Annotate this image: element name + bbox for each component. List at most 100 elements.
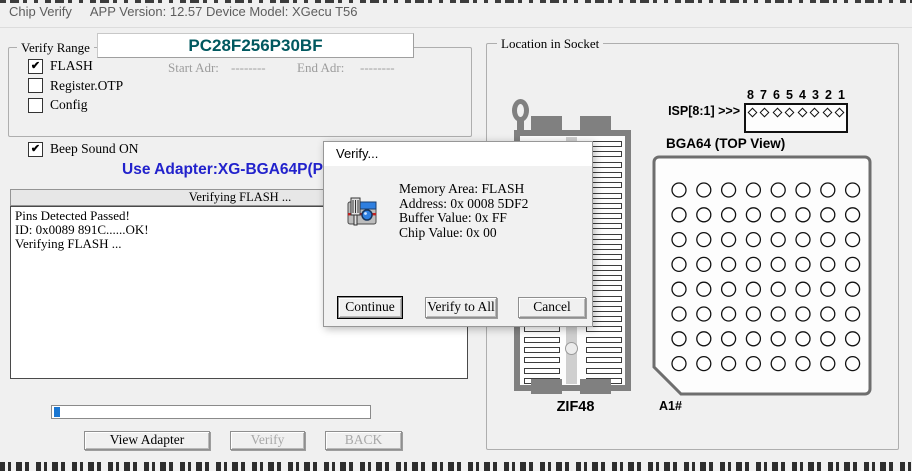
bga-ball	[697, 357, 711, 371]
start-adr-value: --------	[231, 60, 266, 76]
cancel-button[interactable]: Cancel	[518, 297, 586, 318]
dialog-info-line: Address: 0x 0008 5DF2	[399, 197, 528, 212]
bga-ball	[846, 332, 860, 346]
verify-dialog-titlebar: Verify...	[324, 142, 592, 166]
end-adr-value: --------	[360, 60, 395, 76]
use-adapter-text: Use Adapter:XG-BGA64P(P2)	[122, 161, 337, 179]
bga-ball	[672, 357, 686, 371]
beep-sound-checkbox-row[interactable]: ✔ Beep Sound ON	[28, 140, 139, 158]
verify-to-all-button[interactable]: Verify to All	[425, 297, 497, 318]
zif-pin-slot	[586, 368, 622, 374]
bga-ball	[697, 332, 711, 346]
bga-ball	[796, 332, 810, 346]
bga-ball	[771, 332, 785, 346]
bga-ball	[796, 282, 810, 296]
bga-ball	[846, 357, 860, 371]
bga-ball	[672, 332, 686, 346]
isp-pin-hole-icon	[785, 108, 795, 118]
zif48-label: ZIF48	[538, 399, 613, 415]
isp-pin-hole-icon	[797, 108, 807, 118]
bga-ball	[697, 183, 711, 197]
bga-ball	[821, 233, 835, 247]
view-adapter-button[interactable]: View Adapter	[84, 431, 210, 450]
checkbox-row-register-otp[interactable]: Register.OTP	[28, 77, 123, 95]
isp-pin-hole-icon	[747, 108, 757, 118]
bga-ball	[722, 332, 736, 346]
isp-pin-number: 7	[757, 88, 770, 102]
checkbox-row-flash[interactable]: ✔ FLASH	[28, 57, 93, 75]
bga64-label: BGA64 (TOP View)	[666, 136, 785, 151]
dialog-info-line: Buffer Value: 0x FF	[399, 211, 528, 226]
bga64-outline	[654, 157, 870, 394]
bga-ball	[672, 282, 686, 296]
checkbox-label: FLASH	[50, 58, 93, 73]
continue-button[interactable]: Continue	[338, 297, 402, 318]
bga-ball	[672, 257, 686, 271]
bga-ball	[722, 282, 736, 296]
zif-pin-slot	[586, 337, 622, 343]
isp-pin-number: 2	[822, 88, 835, 102]
beep-sound-label: Beep Sound ON	[50, 141, 139, 156]
zif-bottom-tab	[531, 379, 562, 394]
bga-ball	[672, 183, 686, 197]
bga-ball	[746, 183, 760, 197]
zif-bottom-tab	[580, 379, 611, 394]
bga-ball	[771, 282, 785, 296]
location-in-socket-label: Location in Socket	[497, 36, 603, 52]
bga-ball	[722, 183, 736, 197]
bga-ball	[672, 233, 686, 247]
bga-ball	[771, 183, 785, 197]
isp-pin-number: 6	[770, 88, 783, 102]
end-adr-label: End Adr:	[297, 60, 344, 76]
isp-pin-number: 3	[809, 88, 822, 102]
window-title: Chip Verify	[9, 4, 72, 19]
header-separator	[0, 27, 912, 28]
bga-ball	[821, 357, 835, 371]
start-adr-label: Start Adr:	[168, 60, 219, 76]
zif-pin-slot	[524, 368, 560, 374]
bga-ball	[672, 307, 686, 321]
bga-ball	[722, 233, 736, 247]
verify-range-checkboxes: ✔ FLASH Register.OTP Config	[28, 57, 188, 117]
bga-ball	[796, 307, 810, 321]
window-titlebar: Chip VerifyAPP Version: 12.57 Device Mod…	[9, 4, 358, 19]
dialog-info-line: Memory Area: FLASH	[399, 182, 528, 197]
bga-ball	[746, 208, 760, 222]
bga-ball	[722, 307, 736, 321]
bga-ball	[821, 257, 835, 271]
beep-sound-checkbox[interactable]: ✔	[28, 142, 43, 157]
verify-range-group-label: Verify Range	[17, 40, 94, 56]
isp-connector-box	[744, 103, 848, 133]
bga-ball	[722, 257, 736, 271]
isp-pin-hole-icon	[772, 108, 782, 118]
zif-top-tab	[580, 116, 611, 131]
bga-ball	[697, 282, 711, 296]
verify-dialog-info: Memory Area: FLASHAddress: 0x 0008 5DF2B…	[399, 182, 528, 241]
bga-ball	[746, 282, 760, 296]
checkbox[interactable]	[28, 98, 43, 113]
bga-ball	[771, 307, 785, 321]
checkbox[interactable]: ✔	[28, 59, 43, 74]
bga-ball	[697, 307, 711, 321]
a1-pin-label: A1#	[659, 399, 682, 413]
bga-ball	[771, 208, 785, 222]
bga-ball	[697, 208, 711, 222]
clipped-text-strip-top	[0, 0, 912, 3]
bga-ball	[796, 257, 810, 271]
bga-ball	[746, 307, 760, 321]
bga-ball	[796, 183, 810, 197]
isp-pin-hole-icon	[810, 108, 820, 118]
bga-ball	[796, 208, 810, 222]
verify-dialog: Verify... Memory Area: FLASHAddress: 0x …	[323, 141, 593, 327]
checkbox-label: Config	[50, 97, 88, 112]
bga-ball	[746, 233, 760, 247]
bga-ball	[722, 357, 736, 371]
bga-ball	[846, 233, 860, 247]
bga-ball	[846, 257, 860, 271]
checkbox[interactable]	[28, 78, 43, 93]
bga-ball	[821, 282, 835, 296]
back-button: BACK	[325, 431, 402, 450]
bga-ball	[771, 233, 785, 247]
checkbox-row-config[interactable]: Config	[28, 96, 88, 114]
bga-ball	[746, 257, 760, 271]
